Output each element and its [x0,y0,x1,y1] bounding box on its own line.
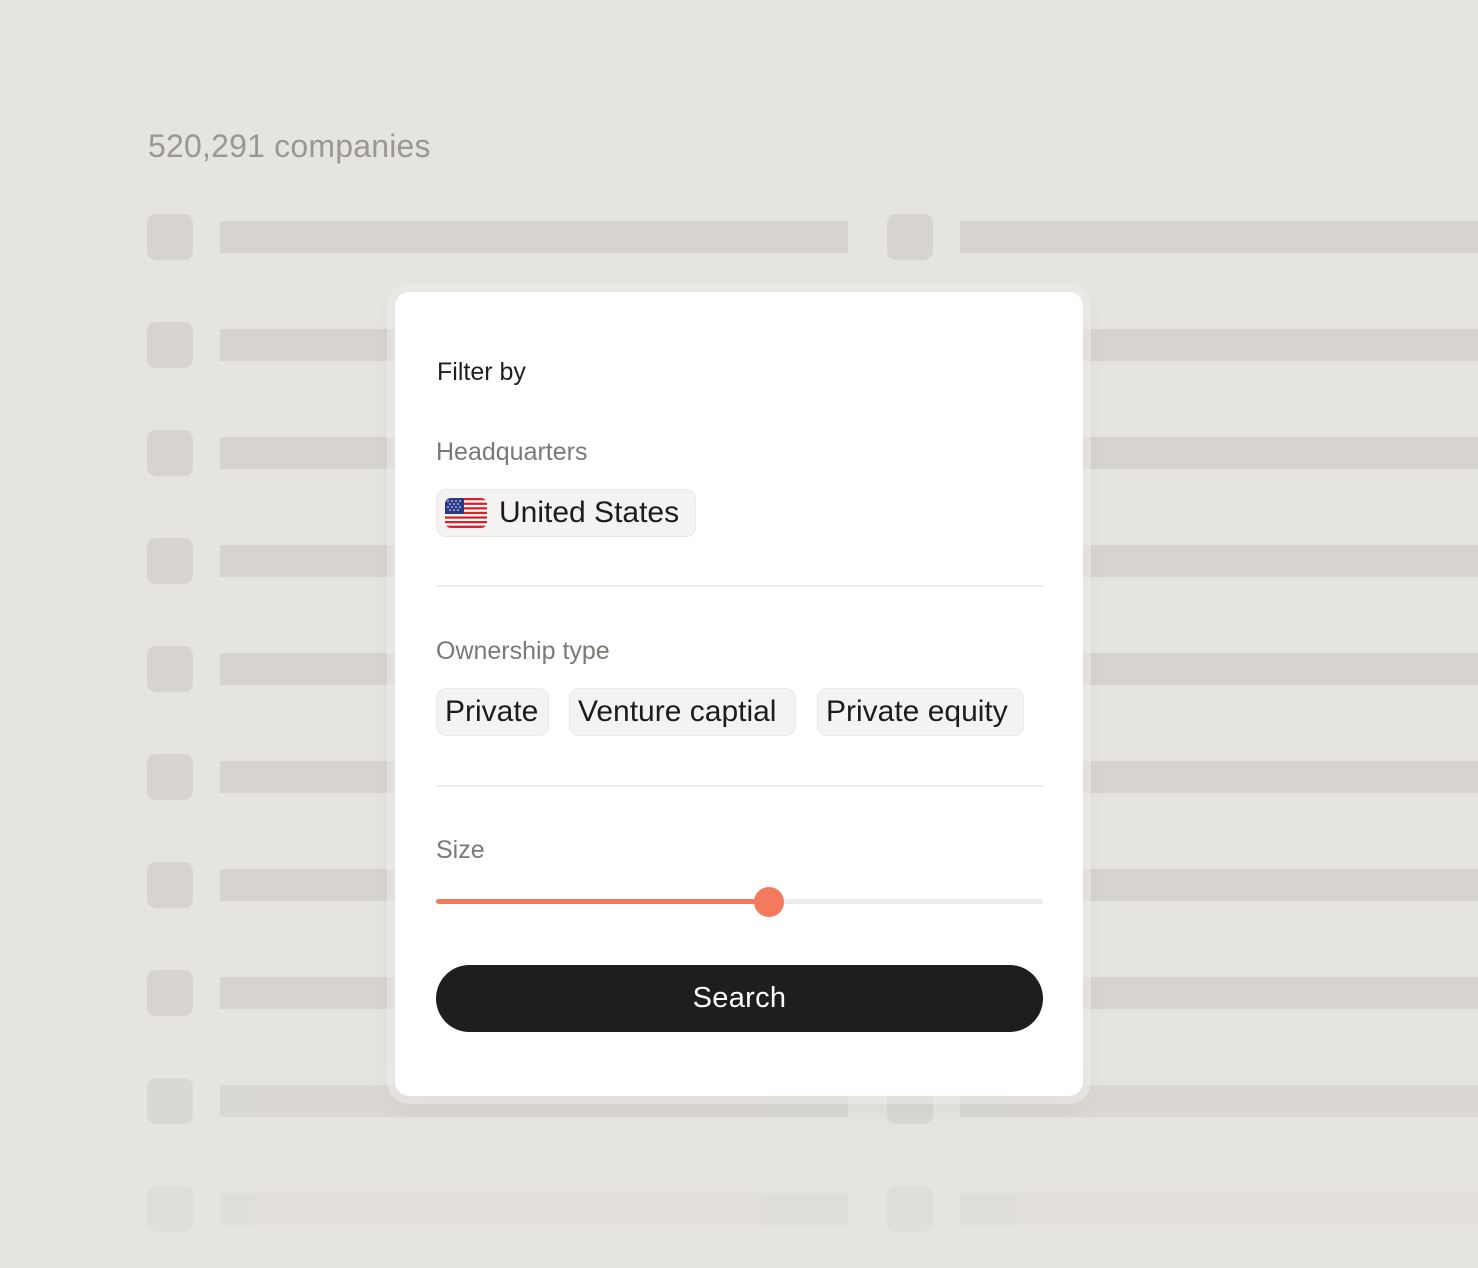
row-checkbox-placeholder [147,538,193,584]
ownership-type-label: Ownership type [436,637,610,665]
row-text-placeholder [220,221,848,253]
search-button[interactable]: Search [436,965,1043,1032]
row-text-placeholder [220,1193,848,1225]
row-checkbox-placeholder [147,322,193,368]
size-slider-fill [436,899,769,904]
ownership-chip-private-equity[interactable]: Private equity [817,688,1024,736]
row-checkbox-placeholder [887,1186,933,1232]
section-divider [436,785,1043,787]
list-row-placeholder [0,214,1478,262]
ownership-chip-private[interactable]: Private [436,688,549,736]
row-checkbox-placeholder [147,970,193,1016]
filter-panel-title: Filter by [437,358,526,386]
row-checkbox-placeholder [147,1078,193,1124]
section-divider [436,585,1043,587]
row-checkbox-placeholder [147,862,193,908]
filter-panel: Filter by Headquarters United States Own… [395,292,1083,1096]
row-checkbox-placeholder [147,754,193,800]
headquarters-chip-united-states[interactable]: United States [436,489,696,537]
row-text-placeholder [960,1193,1478,1225]
row-checkbox-placeholder [147,214,193,260]
us-flag-icon [445,498,487,528]
size-slider-thumb[interactable] [753,887,784,917]
row-checkbox-placeholder [147,430,193,476]
headquarters-label: Headquarters [436,438,588,466]
row-text-placeholder [960,221,1478,253]
row-checkbox-placeholder [147,646,193,692]
ownership-chip-venture-capital[interactable]: Venture captial [569,688,796,736]
size-slider[interactable] [436,887,1043,917]
list-row-placeholder [0,1186,1478,1234]
headquarters-chip-label: United States [499,496,680,529]
size-label: Size [436,836,485,864]
row-checkbox-placeholder [887,214,933,260]
row-checkbox-placeholder [147,1186,193,1232]
